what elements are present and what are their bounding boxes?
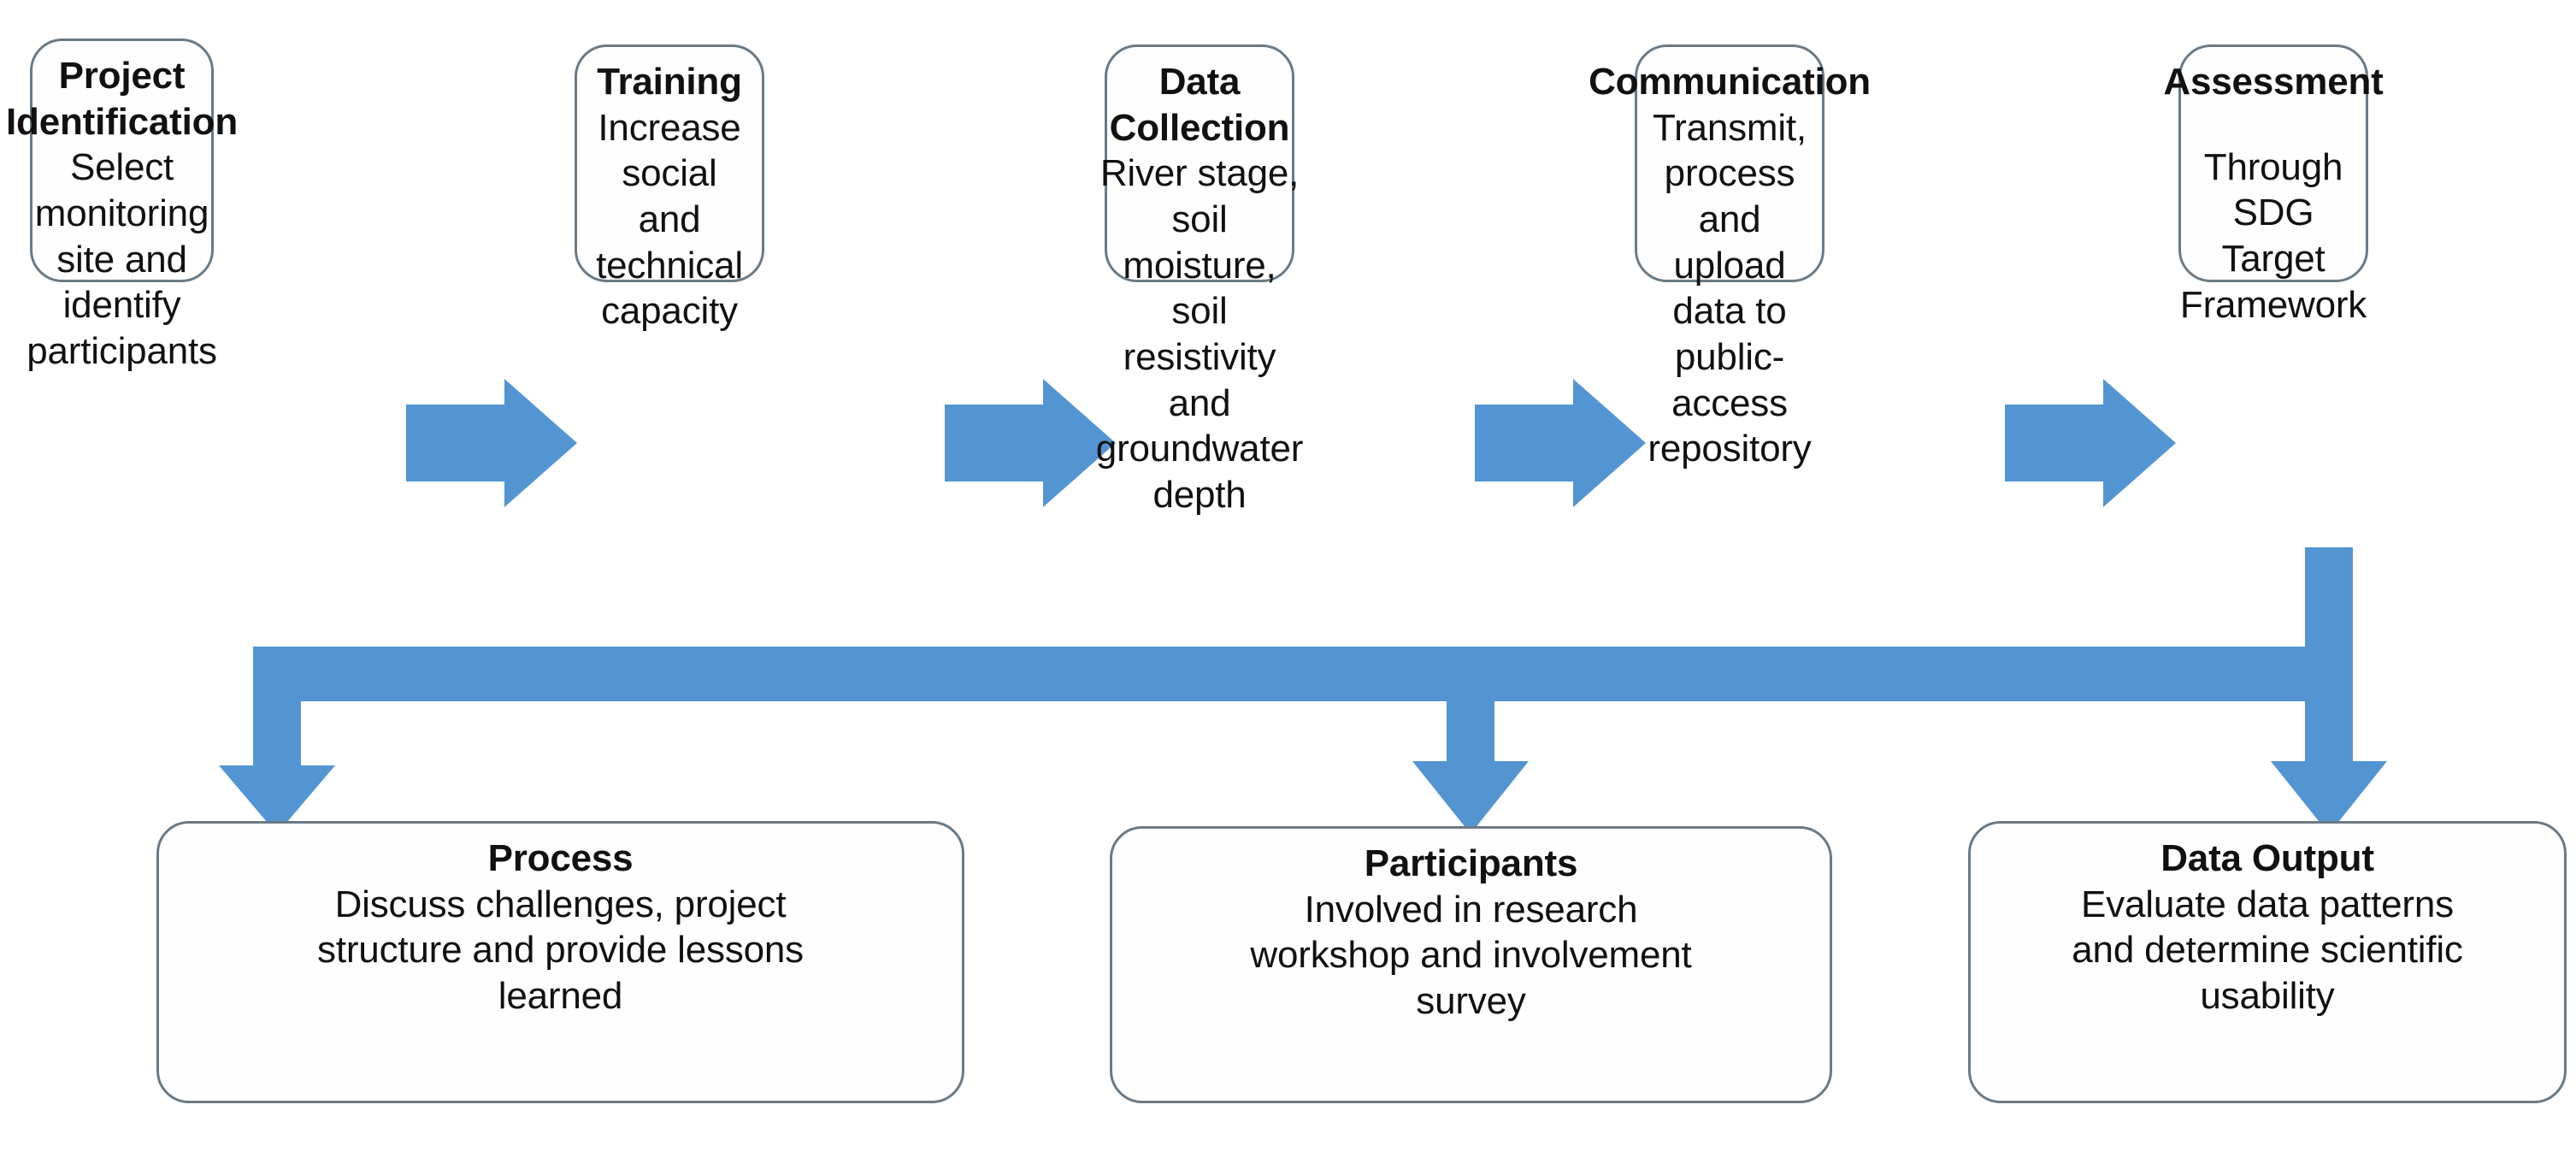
node-title: Process [487,837,634,879]
node-body: Discuss challenges, project structure an… [317,883,804,1018]
bus-assessment-stem [2305,547,2353,701]
arrow-bus-to-process-stem [253,647,301,766]
node-communication[interactable]: Communication Transmit, process and uplo… [1589,44,1871,470]
node-body: Increase social and technical capacity [596,106,743,333]
arrow-bus-to-data-output-stem [2305,701,2353,768]
node-data-collection[interactable]: Data Collection River stage, soil moistu… [1096,44,1303,516]
node-body: Select monitoring site and identify part… [27,146,217,373]
node-body: Through SDG Target Framework [2179,145,2367,326]
arrow-bus-to-process-icon [219,701,335,834]
node-process[interactable]: Process Discuss challenges, project stru… [156,821,964,1103]
node-title: Participants [1364,842,1578,884]
arrow-communication-to-assessment-icon [2005,379,2176,507]
node-title: Data Output [2160,837,2374,879]
node-participants[interactable]: Participants Involved in research worksh… [1110,826,1832,1103]
node-title: Data Collection [1109,61,1290,149]
arrow-collection-to-communication-icon [1475,379,1646,507]
arrow-training-to-collection-icon [945,379,1116,507]
node-title: Communication [1589,61,1871,103]
node-title: Assessment [2163,61,2384,103]
node-title: Training [597,61,742,103]
node-body: Transmit, process and upload data to pub… [1648,106,1812,470]
node-body: Involved in research workshop and involv… [1250,888,1692,1023]
arrow-bus-to-participants-stem [1447,701,1494,768]
arrow-project-to-training-icon [406,379,577,507]
flowchart-diagram: Project Identification Select monitoring… [0,0,2576,1152]
node-body: River stage, soil moisture, soil resisti… [1095,152,1304,517]
node-title: Project Identification [6,55,238,143]
node-assessment[interactable]: Assessment Through SDG Target Framework [2163,44,2384,326]
node-project-identification[interactable]: Project Identification Select monitoring… [6,38,238,372]
node-data-output[interactable]: Data Output Evaluate data patterns and d… [1968,821,2567,1103]
node-body: Evaluate data patterns and determine sci… [2072,883,2463,1018]
bus-horizontal-rail [253,647,2353,701]
node-training[interactable]: Training Increase social and technical c… [575,44,764,332]
arrow-bus-to-participants-icon [1412,761,1529,834]
